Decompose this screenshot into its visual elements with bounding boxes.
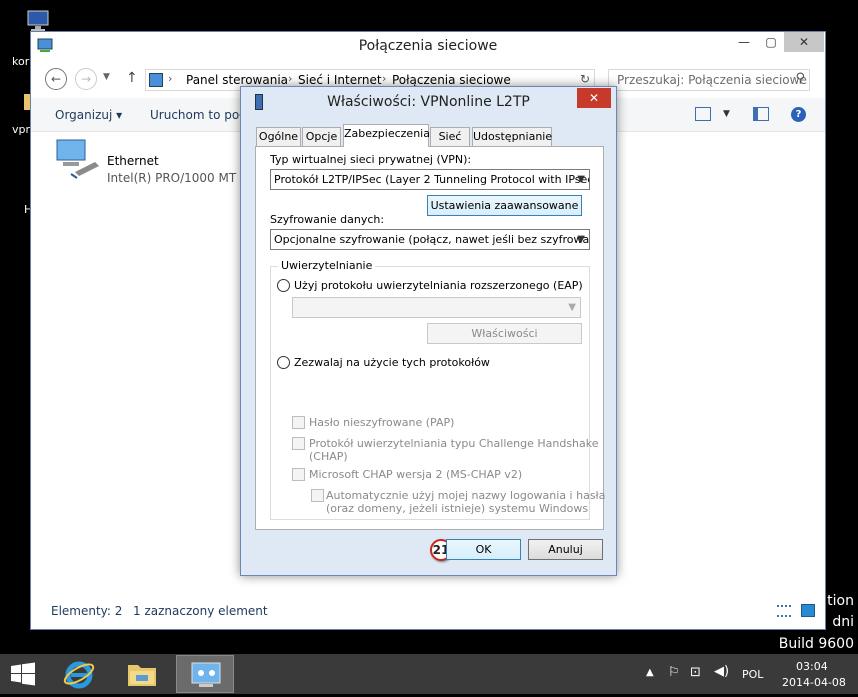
encryption-select[interactable]: Opcjonalne szyfrowanie (połącz, nawet je… (270, 229, 590, 250)
breadcrumb-chevron-icon: › (382, 72, 387, 85)
connection-name: Ethernet (107, 154, 159, 168)
encryption-label: Szyfrowanie danych: (270, 213, 385, 226)
breadcrumb-chevron-icon: › (288, 72, 293, 85)
internet-explorer-icon[interactable] (62, 657, 96, 691)
help-icon[interactable]: ? (791, 107, 806, 122)
auto-logon-checkbox-label: Automatycznie użyj mojej nazwy logowania… (326, 489, 606, 502)
vpn-type-label: Typ wirtualnej sieci prywatnej (VPN): (270, 153, 472, 166)
security-tab-panel: Typ wirtualnej sieci prywatnej (VPN): Pr… (255, 146, 606, 530)
allow-protocols-radio[interactable] (277, 356, 290, 369)
watermark-line: dni (832, 614, 854, 630)
chevron-down-icon: ▼ (577, 234, 585, 245)
action-center-flag-icon[interactable]: ⚐ (668, 665, 680, 680)
watermark-line: Build 9600 (778, 636, 854, 652)
eap-radio-label[interactable]: Użyj protokołu uwierzytelniania rozszerz… (294, 279, 583, 292)
auto-logon-checkbox-label-continued: (oraz domeny, jeżeli istnieje) systemu W… (326, 502, 589, 515)
connection-device: Intel(R) PRO/1000 MT De (107, 171, 257, 185)
tab-general[interactable]: Ogólne (256, 127, 301, 146)
breadcrumb-chevron-icon: › (168, 72, 173, 85)
tab-options[interactable]: Opcje (302, 127, 341, 146)
pap-checkbox[interactable] (292, 416, 305, 429)
vpn-properties-dialog: Właściwości: VPNonline L2TP ✕ Ogólne Opc… (240, 86, 617, 576)
auto-logon-checkbox[interactable] (311, 489, 324, 502)
preview-pane-icon[interactable] (753, 107, 769, 121)
network-tray-icon[interactable]: ⊡ (690, 665, 701, 680)
minimize-button[interactable]: — (731, 32, 757, 52)
clock-time[interactable]: 03:04 (796, 660, 828, 673)
dialog-titlebar[interactable]: Właściwości: VPNonline L2TP ✕ (241, 87, 616, 117)
eap-radio[interactable] (277, 279, 290, 292)
vpn-type-select[interactable]: Protokół L2TP/IPSec (Layer 2 Tunneling P… (270, 169, 590, 190)
language-indicator[interactable]: POL (742, 668, 763, 681)
chevron-down-icon[interactable]: ▼ (723, 109, 730, 119)
organize-menu[interactable]: Organizuj ▾ (55, 108, 122, 122)
chevron-down-icon[interactable]: ▼ (103, 72, 110, 82)
refresh-icon[interactable]: ↻ (580, 72, 590, 86)
status-selected: 1 zaznaczony element (133, 604, 268, 618)
breadcrumb-item[interactable]: Połączenia sieciowe (392, 73, 511, 87)
watermark-line: tion (827, 593, 854, 609)
mschap-checkbox[interactable] (292, 468, 305, 481)
chap-checkbox-label: Protokół uwierzytelniania typu Challenge… (309, 437, 599, 450)
search-input[interactable]: Przeszukaj: Połączenia sieciowe ⚲ (608, 69, 810, 91)
network-connections-taskbar-icon[interactable] (176, 655, 234, 693)
forward-button[interactable]: → (75, 68, 97, 90)
volume-icon[interactable]: ◀) (714, 664, 729, 679)
details-view-icon[interactable] (777, 605, 791, 617)
up-button[interactable]: ↑ (126, 70, 138, 86)
search-placeholder: Przeszukaj: Połączenia sieciowe (617, 73, 807, 87)
breadcrumb-item[interactable]: Panel sterowania (186, 73, 288, 87)
ethernet-adapter-icon (51, 136, 101, 182)
advanced-settings-button[interactable]: Ustawienia zaawansowane (427, 195, 582, 216)
tab-security[interactable]: Zabezpieczenia (343, 124, 430, 147)
eap-method-select[interactable]: ▼ (292, 297, 581, 318)
authentication-group-label: Uwierzytelnianie (278, 259, 376, 272)
search-icon[interactable]: ⚲ (795, 71, 805, 86)
taskbar: ▲ ⚐ ⊡ ◀) POL 03:04 2014-04-08 (0, 654, 858, 694)
tab-sharing[interactable]: Udostępnianie (472, 127, 552, 146)
chevron-down-icon: ▼ (568, 302, 576, 313)
explorer-title: Połączenia sieciowe (358, 38, 498, 54)
encryption-value: Opcjonalne szyfrowanie (połącz, nawet je… (274, 233, 590, 246)
start-connection-button[interactable]: Uruchom to połą (150, 108, 250, 122)
maximize-button[interactable]: ▢ (758, 32, 784, 52)
mschap-checkbox-label: Microsoft CHAP wersja 2 (MS-CHAP v2) (309, 468, 523, 481)
clock-date[interactable]: 2014-04-08 (782, 676, 846, 689)
allow-protocols-radio-label[interactable]: Zezwalaj na użycie tych protokołów (294, 356, 490, 369)
breadcrumb-item[interactable]: Sieć i Internet (298, 73, 382, 87)
explorer-titlebar[interactable]: Połączenia sieciowe — ▢ ✕ (31, 32, 825, 62)
desktop-icon-label: kor (12, 55, 30, 68)
status-item-count: Elementy: 2 (51, 604, 123, 618)
chevron-down-icon: ▼ (577, 174, 585, 185)
change-view-icon[interactable] (695, 107, 711, 121)
connection-item[interactable]: Ethernet Intel(R) PRO/1000 MT De (107, 154, 257, 188)
large-icons-view-icon[interactable] (801, 604, 815, 617)
pap-checkbox-label: Hasło nieszyfrowane (PAP) (309, 416, 455, 429)
show-hidden-icons-icon[interactable]: ▲ (646, 667, 654, 678)
chap-checkbox-label-continued: (CHAP) (309, 450, 348, 463)
vpn-type-value: Protokół L2TP/IPSec (Layer 2 Tunneling P… (274, 173, 590, 186)
file-explorer-icon[interactable] (124, 657, 160, 691)
chap-checkbox[interactable] (292, 437, 305, 450)
dialog-title: Właściwości: VPNonline L2TP (327, 94, 530, 110)
dialog-close-button[interactable]: ✕ (577, 88, 611, 108)
tab-network[interactable]: Sieć (430, 127, 470, 146)
ok-button[interactable]: OK (446, 539, 521, 560)
network-small-icon (149, 73, 163, 87)
close-button[interactable]: ✕ (784, 32, 824, 52)
eap-properties-button[interactable]: Właściwości (427, 323, 582, 344)
windows-start-icon[interactable] (10, 662, 36, 686)
back-button[interactable]: ← (45, 68, 67, 90)
cancel-button[interactable]: Anuluj (528, 539, 603, 560)
